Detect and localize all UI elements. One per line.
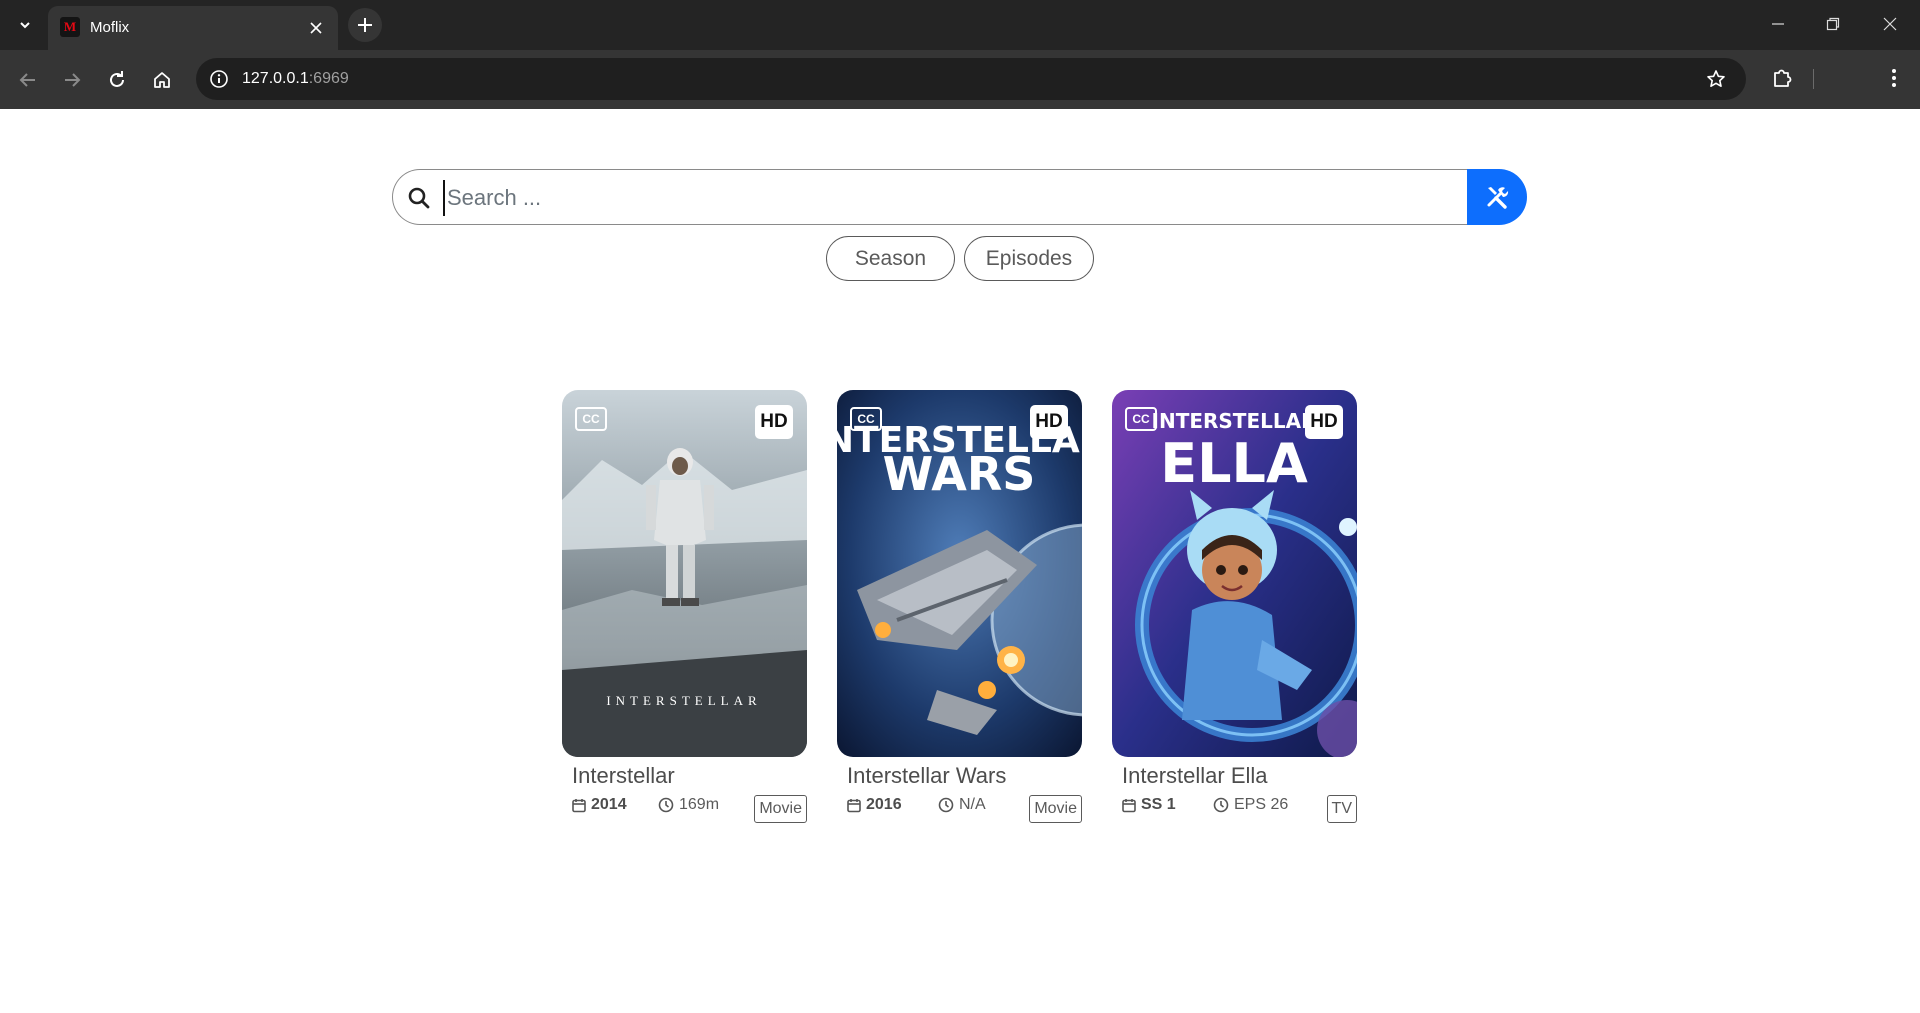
browser-menu-button[interactable] <box>1878 62 1910 94</box>
type-badge: Movie <box>1029 795 1082 823</box>
hd-badge: HD <box>755 405 793 439</box>
chevron-down-icon <box>20 22 30 29</box>
poster-title-text: INTERSTELLAR <box>1152 409 1317 433</box>
duration-text: N/A <box>959 796 986 813</box>
puzzle-icon <box>1774 69 1792 87</box>
cc-badge: CC <box>850 407 882 431</box>
meta-episodes: EPS 26 <box>1213 796 1288 814</box>
tab-title: Moflix <box>90 19 130 36</box>
poster-art: INTERSTELLAR <box>562 390 807 757</box>
duration-text: 169m <box>679 796 720 813</box>
site-info-button[interactable] <box>206 66 232 92</box>
season-text: SS 1 <box>1141 796 1176 813</box>
poster-image[interactable]: INTERSTELLAR WARS CC HD <box>837 390 1082 757</box>
close-icon <box>1883 17 1897 31</box>
search-icon <box>408 187 430 209</box>
meta-duration: N/A <box>938 796 986 814</box>
toolbar-divider <box>1813 69 1814 89</box>
meta-season: SS 1 <box>1122 796 1176 814</box>
info-icon <box>210 70 228 88</box>
clock-icon <box>938 797 954 813</box>
episodes-text: EPS 26 <box>1234 796 1289 813</box>
home-button[interactable] <box>146 64 178 96</box>
poster-title-text: INTERSTELLAR <box>606 693 761 708</box>
new-tab-button[interactable] <box>348 8 382 42</box>
poster-art: INTERSTELLAR WARS <box>837 390 1082 757</box>
search-field[interactable] <box>392 169 1468 225</box>
extensions-button[interactable] <box>1766 62 1798 94</box>
tab-close-button[interactable] <box>304 16 328 40</box>
type-badge: Movie <box>754 795 807 823</box>
url-text: 127.0.0.1:6969 <box>242 70 349 88</box>
bookmark-button[interactable] <box>1704 67 1728 91</box>
meta-year: 2014 <box>572 796 627 814</box>
restore-icon <box>1826 17 1840 31</box>
calendar-icon <box>847 798 861 812</box>
search-input[interactable] <box>443 180 1443 216</box>
hd-badge: HD <box>1030 405 1068 439</box>
card-title[interactable]: Interstellar <box>572 763 675 789</box>
calendar-icon <box>1122 798 1136 812</box>
poster-image[interactable]: INTERSTELLAR ELLA CC HD <box>1112 390 1357 757</box>
browser-toolbar: 127.0.0.1:6969 <box>0 50 1920 109</box>
reload-icon <box>110 71 124 87</box>
close-icon <box>310 22 322 34</box>
reload-button[interactable] <box>101 64 133 96</box>
tab-search-button[interactable] <box>12 12 38 38</box>
poster-art: INTERSTELLAR ELLA <box>1112 390 1357 757</box>
minimize-button[interactable] <box>1758 8 1798 40</box>
card-title[interactable]: Interstellar Wars <box>847 763 1006 789</box>
browser-chrome: M Moflix 127.0.0.1:6969 <box>0 0 1920 109</box>
tools-icon <box>1487 187 1509 209</box>
arrow-right-icon <box>65 73 81 87</box>
poster-subtitle-text: WARS <box>883 447 1036 501</box>
type-badge: TV <box>1326 795 1357 823</box>
address-bar[interactable]: 127.0.0.1:6969 <box>196 58 1746 100</box>
cc-badge: CC <box>575 407 607 431</box>
url-port: :6969 <box>308 70 349 87</box>
plus-icon <box>358 18 372 32</box>
forward-button[interactable] <box>56 64 88 96</box>
hd-badge: HD <box>1305 405 1343 439</box>
search-bar <box>392 169 1527 225</box>
more-vertical-icon <box>1892 69 1896 87</box>
moflix-favicon-icon: M <box>60 17 80 37</box>
meta-duration: 169m <box>658 796 719 814</box>
card-title[interactable]: Interstellar Ella <box>1122 763 1268 789</box>
poster-image[interactable]: INTERSTELLAR CC HD <box>562 390 807 757</box>
back-button[interactable] <box>12 64 44 96</box>
search-tools-button[interactable] <box>1467 169 1527 225</box>
url-host: 127.0.0.1 <box>242 70 309 87</box>
year-text: 2014 <box>591 796 627 813</box>
poster-subtitle-text: ELLA <box>1160 432 1308 495</box>
filter-episodes-button[interactable]: Episodes <box>964 236 1094 281</box>
minimize-icon <box>1772 23 1784 25</box>
clock-icon <box>658 797 674 813</box>
calendar-icon <box>572 798 586 812</box>
home-icon <box>154 72 170 88</box>
year-text: 2016 <box>866 796 902 813</box>
arrow-left-icon <box>19 73 35 87</box>
close-window-button[interactable] <box>1870 8 1910 40</box>
star-icon <box>1707 70 1725 87</box>
cc-badge: CC <box>1125 407 1157 431</box>
meta-year: 2016 <box>847 796 902 814</box>
restore-button[interactable] <box>1813 8 1853 40</box>
clock-icon <box>1213 797 1229 813</box>
tab-strip: M Moflix <box>0 0 1920 50</box>
filter-season-button[interactable]: Season <box>826 236 955 281</box>
browser-tab[interactable]: M Moflix <box>48 6 338 50</box>
